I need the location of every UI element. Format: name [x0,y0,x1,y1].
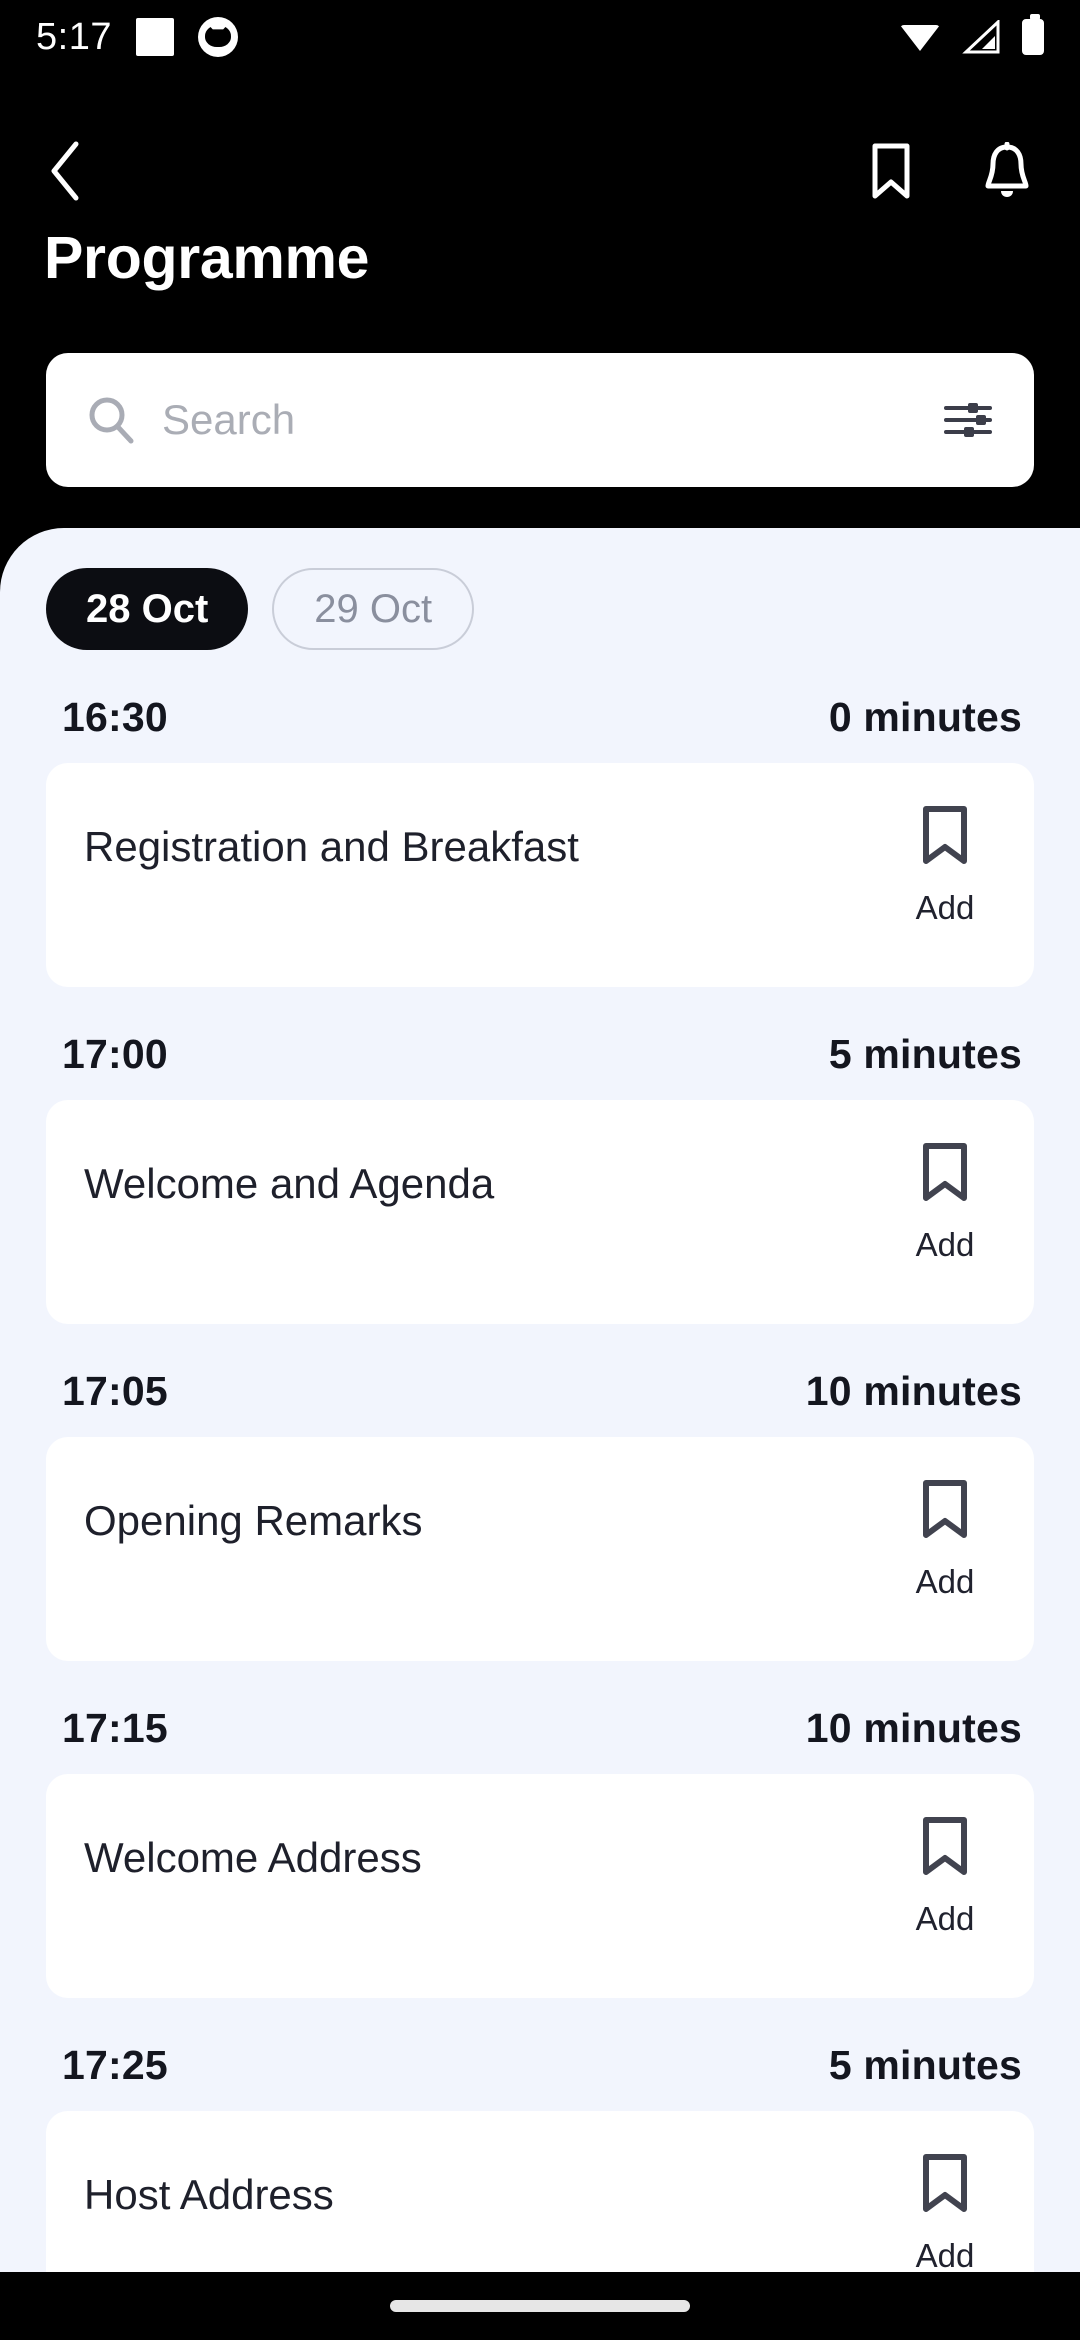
bookmark-outline-icon [918,1142,972,1204]
session-card[interactable]: Welcome and Agenda Add [46,1100,1034,1324]
content-sheet: 28 Oct 29 Oct 16:30 0 minutes Registrati… [0,528,1080,2272]
schedule-slot: 17:15 10 minutes Welcome Address Add [0,1705,1080,1998]
add-label: Add [915,1226,975,1263]
bookmark-outline-icon [918,2153,972,2215]
system-navigation-bar [0,2272,1080,2340]
schedule-slot: 17:05 10 minutes Opening Remarks Add [0,1368,1080,1661]
slot-duration: 5 minutes [828,2042,1022,2088]
slot-header: 17:25 5 minutes [46,2042,1034,2089]
bell-icon[interactable] [978,140,1036,202]
slot-time: 17:25 [62,2042,168,2088]
slot-header: 17:05 10 minutes [46,1368,1034,1415]
slot-duration: 10 minutes [805,1368,1022,1414]
session-card[interactable]: Welcome Address Add [46,1774,1034,1998]
bookmark-outline-icon [918,1816,972,1878]
phone-screen: 5:17 Programme Search 28 Oct 29 Oct 16:3… [0,0,1080,2340]
session-title: Registration and Breakfast [84,823,579,870]
slot-header: 16:30 0 minutes [46,694,1034,741]
bookmark-icon[interactable] [862,140,920,202]
schedule-slot: 16:30 0 minutes Registration and Breakfa… [0,694,1080,987]
status-bar-left: 5:17 [36,17,238,57]
day-tab-label: 29 Oct [314,586,433,631]
slot-header: 17:00 5 minutes [46,1031,1034,1078]
session-card[interactable]: Registration and Breakfast Add [46,763,1034,987]
slot-time: 17:15 [62,1705,168,1751]
app-header: Programme [0,74,1080,528]
schedule-slot: 17:00 5 minutes Welcome and Agenda Add [0,1031,1080,1324]
status-bar: 5:17 [0,0,1080,74]
battery-icon [1022,14,1044,55]
bookmark-outline-icon [918,1479,972,1541]
session-card[interactable]: Host Address Add [46,2111,1034,2272]
session-title: Host Address [84,2171,334,2218]
search-bar[interactable] [46,353,1034,487]
cellular-signal-icon [962,20,1000,54]
bookmark-outline-icon [918,805,972,867]
notification-square-icon [135,18,174,56]
slot-time: 17:05 [62,1368,168,1414]
add-label: Add [915,1900,975,1937]
add-label: Add [915,1563,975,1600]
slot-duration: 0 minutes [828,694,1022,740]
chevron-left-icon[interactable] [44,139,108,203]
slot-time: 17:00 [62,1031,168,1077]
add-to-agenda-button[interactable]: Add [900,805,990,927]
navigation-actions [862,140,1036,202]
schedule-list: 16:30 0 minutes Registration and Breakfa… [0,694,1080,2272]
wifi-icon [900,21,940,53]
day-tab-bar: 28 Oct 29 Oct [0,528,1080,650]
add-to-agenda-button[interactable]: Add [900,1816,990,1938]
day-tab-29-oct[interactable]: 29 Oct [272,568,475,650]
filter-sliders-icon[interactable] [942,394,994,446]
slot-time: 16:30 [62,694,168,740]
session-title: Welcome and Agenda [84,1160,495,1207]
schedule-slot: 17:25 5 minutes Host Address Add [0,2042,1080,2272]
page-title: Programme [44,225,370,291]
add-label: Add [915,2237,975,2272]
session-title: Welcome Address [84,1834,422,1881]
slot-header: 17:15 10 minutes [46,1705,1034,1752]
day-tab-28-oct[interactable]: 28 Oct [46,568,249,650]
search-input[interactable] [162,396,942,444]
add-to-agenda-button[interactable]: Add [900,1479,990,1601]
session-title: Opening Remarks [84,1497,423,1544]
session-card[interactable]: Opening Remarks Add [46,1437,1034,1661]
navigation-bar [0,116,1080,226]
slot-duration: 10 minutes [805,1705,1022,1751]
search-icon [86,394,138,446]
status-bar-right [900,14,1044,55]
add-to-agenda-button[interactable]: Add [900,2153,990,2272]
add-label: Add [915,889,975,926]
day-tab-label: 28 Oct [86,586,209,631]
cat-app-icon [197,17,238,57]
slot-duration: 5 minutes [828,1031,1022,1077]
status-clock: 5:17 [36,16,112,58]
home-indicator[interactable] [390,2300,690,2312]
add-to-agenda-button[interactable]: Add [900,1142,990,1264]
